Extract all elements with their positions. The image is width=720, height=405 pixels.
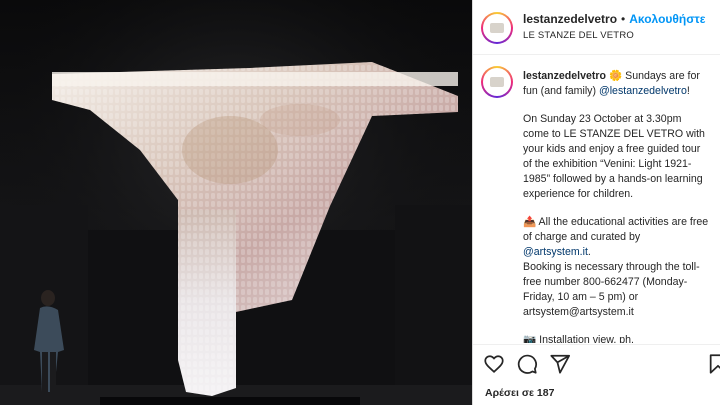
camera-emoji-icon: 📷 bbox=[523, 334, 537, 343]
caption-username[interactable]: lestanzedelvetro bbox=[523, 70, 606, 82]
post-sidebar: lestanzedelvetro • Ακολουθήστε LE STANZE D… bbox=[472, 0, 720, 405]
post-image[interactable] bbox=[0, 0, 472, 405]
caption-para2-text-c: Booking is necessary through the toll-fr… bbox=[523, 261, 700, 318]
outbox-emoji-icon: 📤 bbox=[523, 216, 537, 228]
likes-count[interactable]: Αρέσει σε 187 bbox=[485, 387, 554, 399]
post-header: lestanzedelvetro • Ακολουθήστε LE STANZE D… bbox=[473, 0, 720, 55]
heart-icon[interactable] bbox=[483, 353, 505, 375]
comments-area[interactable]: lestanzedelvetro 🌼 Sundays are for fun (… bbox=[473, 56, 720, 343]
caption-intro-end: ! bbox=[686, 85, 690, 97]
comment-icon[interactable] bbox=[516, 353, 538, 375]
instagram-post: lestanzedelvetro • Ακολουθήστε LE STANZE D… bbox=[0, 0, 720, 405]
header-separator: • bbox=[621, 12, 626, 26]
header-username[interactable]: lestanzedelvetro bbox=[523, 12, 617, 26]
bookmark-icon[interactable] bbox=[707, 353, 720, 375]
follow-button[interactable]: Ακολουθήστε bbox=[629, 12, 705, 26]
caption-mention[interactable]: @lestanzedelvetro bbox=[599, 85, 687, 97]
caption-paragraph-1: On Sunday 23 October at 3.30pm come to L… bbox=[523, 113, 705, 200]
caption-para3-text: Installation view, ph. bbox=[536, 334, 634, 343]
installation-photo bbox=[0, 0, 472, 405]
caption-paragraph-2: 📤 All the educational activities are fre… bbox=[523, 215, 709, 320]
flower-emoji-icon: 🌼 bbox=[608, 70, 623, 82]
artsystem-mention[interactable]: @artsystem.it bbox=[523, 246, 588, 258]
profile-avatar[interactable] bbox=[481, 12, 513, 44]
caption-avatar[interactable] bbox=[481, 66, 513, 98]
caption-para2-text-b: . bbox=[587, 246, 591, 258]
location-link[interactable]: LE STANZE DEL VETRO bbox=[523, 30, 634, 41]
caption-paragraph-3: 📷 Installation view, ph. bbox=[523, 333, 709, 343]
caption-intro: lestanzedelvetro 🌼 Sundays are for fun (… bbox=[523, 69, 709, 99]
send-icon[interactable] bbox=[549, 353, 571, 375]
caption-para2-text-a: All the educational activities are free … bbox=[523, 216, 709, 243]
post-caption: lestanzedelvetro 🌼 Sundays are for fun (… bbox=[523, 69, 709, 343]
post-actions: Αρέσει σε 187 bbox=[473, 344, 720, 405]
